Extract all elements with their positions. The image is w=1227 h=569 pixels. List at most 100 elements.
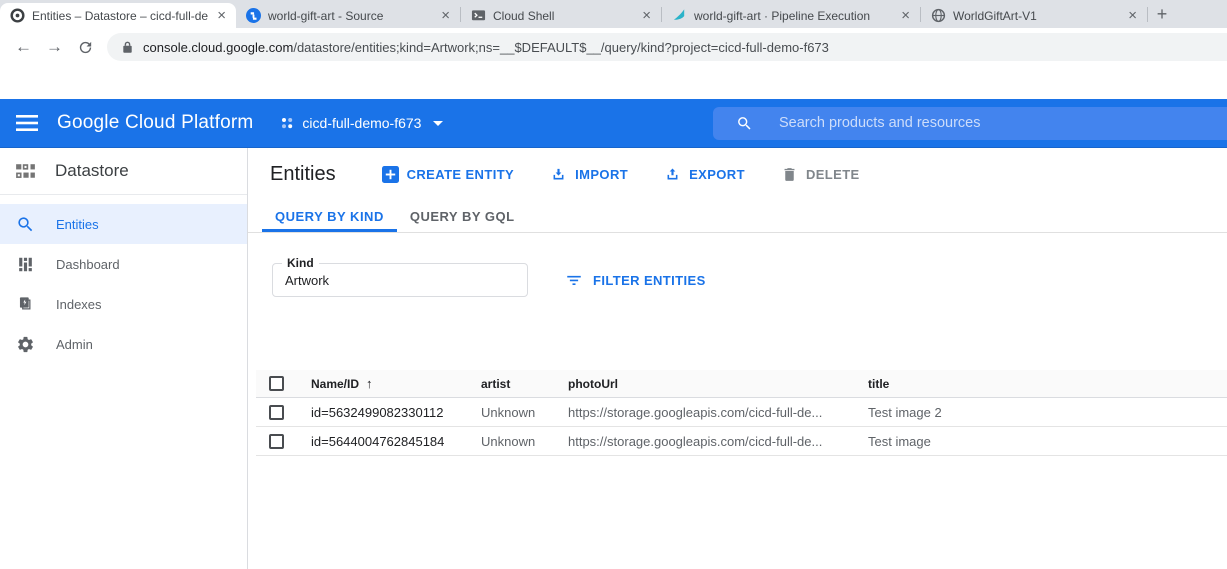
- gcp-header: Google Cloud Platform cicd-full-demo-f67…: [0, 99, 1227, 148]
- cell-artist: Unknown: [473, 405, 560, 420]
- cloud-shell-favicon-icon: [471, 8, 486, 23]
- hamburger-menu-icon[interactable]: [16, 115, 38, 131]
- chevron-down-icon: [433, 121, 443, 126]
- sidebar-item-admin[interactable]: Admin: [0, 324, 247, 364]
- create-entity-button[interactable]: CREATE ENTITY: [382, 166, 515, 183]
- search-icon: [736, 115, 753, 132]
- select-all-checkbox[interactable]: [269, 376, 284, 391]
- address-bar[interactable]: console.cloud.google.com/datastore/entit…: [107, 33, 1227, 61]
- tab-title: Cloud Shell: [493, 9, 633, 23]
- tab-close-icon[interactable]: ×: [1126, 8, 1139, 23]
- query-area: Kind FILTER ENTITIES: [248, 233, 1227, 370]
- pipeline-favicon-icon: [672, 8, 687, 23]
- sidebar-item-indexes[interactable]: Indexes: [0, 284, 247, 324]
- browser-tab-pipeline[interactable]: world-gift-art · Pipeline Execution ×: [662, 3, 920, 28]
- search-input[interactable]: Search products and resources: [713, 107, 1227, 140]
- browser-toolbar: ← → console.cloud.google.com/datastore/e…: [0, 28, 1227, 66]
- import-label: IMPORT: [575, 167, 628, 182]
- main-header: Entities CREATE ENTITY IMPORT EXPORT DEL…: [248, 148, 1227, 200]
- sidebar-nav: Entities Dashboard Indexes Admin: [0, 195, 247, 364]
- column-label: Name/ID: [311, 377, 359, 391]
- create-entity-label: CREATE ENTITY: [407, 167, 515, 182]
- cell-name-id[interactable]: id=5632499082330112: [303, 405, 473, 420]
- toolbar-actions: CREATE ENTITY IMPORT EXPORT DELETE: [382, 166, 860, 183]
- search-icon: [16, 215, 35, 234]
- source-repo-favicon-icon: [246, 8, 261, 23]
- tab-query-by-gql[interactable]: QUERY BY GQL: [397, 200, 528, 232]
- cell-title: Test image 2: [860, 405, 1227, 420]
- lock-icon: [122, 40, 133, 54]
- sidebar: Datastore Entities Dashboard Indexes Adm…: [0, 148, 248, 569]
- reload-icon[interactable]: [70, 37, 101, 57]
- browser-tab-cloud-shell[interactable]: Cloud Shell ×: [461, 3, 661, 28]
- page-title: Entities: [270, 163, 336, 186]
- sidebar-item-label: Entities: [56, 217, 99, 232]
- sidebar-item-entities[interactable]: Entities: [0, 204, 247, 244]
- trash-icon: [781, 166, 798, 183]
- header-checkbox-cell: [256, 376, 303, 391]
- query-tabs: QUERY BY KIND QUERY BY GQL: [248, 200, 1227, 233]
- cell-photourl: https://storage.googleapis.com/cicd-full…: [560, 434, 860, 449]
- export-label: EXPORT: [689, 167, 745, 182]
- tab-separator: [920, 7, 921, 22]
- new-tab-button[interactable]: +: [1148, 2, 1176, 27]
- back-icon[interactable]: ←: [8, 37, 39, 57]
- tab-query-by-kind[interactable]: QUERY BY KIND: [262, 200, 397, 232]
- search-placeholder: Search products and resources: [779, 115, 981, 131]
- sort-ascending-icon[interactable]: ↑: [366, 376, 373, 391]
- datastore-favicon-icon: [10, 8, 25, 23]
- dashboard-icon: [16, 255, 35, 274]
- row-checkbox[interactable]: [269, 405, 284, 420]
- row-checkbox-cell: [256, 405, 303, 420]
- sidebar-item-dashboard[interactable]: Dashboard: [0, 244, 247, 284]
- table-header-row: Name/ID ↑ artist photoUrl title: [256, 370, 1227, 398]
- import-icon: [550, 166, 567, 183]
- entities-table: Name/ID ↑ artist photoUrl title id=56324…: [256, 370, 1227, 456]
- app-body: Datastore Entities Dashboard Indexes Adm…: [0, 148, 1227, 569]
- sidebar-header: Datastore: [0, 148, 247, 195]
- cell-photourl: https://storage.googleapis.com/cicd-full…: [560, 405, 860, 420]
- import-button[interactable]: IMPORT: [550, 166, 628, 183]
- column-header-photourl[interactable]: photoUrl: [560, 377, 860, 391]
- browser-tab-entities[interactable]: Entities – Datastore – cicd-full-de ×: [0, 3, 236, 28]
- tab-close-icon[interactable]: ×: [215, 8, 228, 23]
- project-name: cicd-full-demo-f673: [302, 115, 421, 131]
- delete-button[interactable]: DELETE: [781, 166, 860, 183]
- cell-title: Test image: [860, 434, 1227, 449]
- tab-close-icon[interactable]: ×: [899, 8, 912, 23]
- tab-close-icon[interactable]: ×: [640, 8, 653, 23]
- filter-entities-label: FILTER ENTITIES: [593, 273, 706, 288]
- kind-field-wrapper: Kind: [272, 263, 528, 297]
- column-header-artist[interactable]: artist: [473, 377, 560, 391]
- globe-favicon-icon: [931, 8, 946, 23]
- cell-name-id[interactable]: id=5644004762845184: [303, 434, 473, 449]
- row-checkbox[interactable]: [269, 434, 284, 449]
- datastore-grid-icon: [13, 159, 38, 184]
- browser-tab-source[interactable]: world-gift-art - Source ×: [236, 3, 460, 28]
- table-row[interactable]: id=5632499082330112 Unknown https://stor…: [256, 398, 1227, 427]
- plus-icon: [382, 166, 399, 183]
- tab-close-icon[interactable]: ×: [439, 8, 452, 23]
- cell-artist: Unknown: [473, 434, 560, 449]
- column-header-title[interactable]: title: [860, 377, 1227, 391]
- export-button[interactable]: EXPORT: [664, 166, 745, 183]
- tab-title: Entities – Datastore – cicd-full-de: [32, 9, 208, 23]
- indexes-icon: [16, 295, 35, 314]
- project-selector[interactable]: cicd-full-demo-f673: [280, 115, 443, 131]
- filter-entities-button[interactable]: FILTER ENTITIES: [565, 263, 706, 297]
- table-row[interactable]: id=5644004762845184 Unknown https://stor…: [256, 427, 1227, 456]
- kind-field-label: Kind: [282, 256, 319, 270]
- sidebar-product-title: Datastore: [55, 161, 129, 181]
- project-icon: [280, 116, 294, 130]
- url-path: /datastore/entities;kind=Artwork;ns=__$D…: [293, 40, 829, 55]
- column-header-name-id[interactable]: Name/ID ↑: [303, 376, 473, 391]
- tab-title: world-gift-art · Pipeline Execution: [694, 9, 892, 23]
- browser-tab-strip: Entities – Datastore – cicd-full-de × wo…: [0, 0, 1227, 28]
- gcp-logo[interactable]: Google Cloud Platform: [57, 112, 253, 134]
- browser-tab-worldgiftart[interactable]: WorldGiftArt-V1 ×: [921, 3, 1147, 28]
- tab-separator: [661, 7, 662, 22]
- tab-title: world-gift-art - Source: [268, 9, 432, 23]
- tab-title: WorldGiftArt-V1: [953, 9, 1119, 23]
- forward-icon[interactable]: →: [39, 37, 70, 57]
- filter-icon: [565, 271, 583, 289]
